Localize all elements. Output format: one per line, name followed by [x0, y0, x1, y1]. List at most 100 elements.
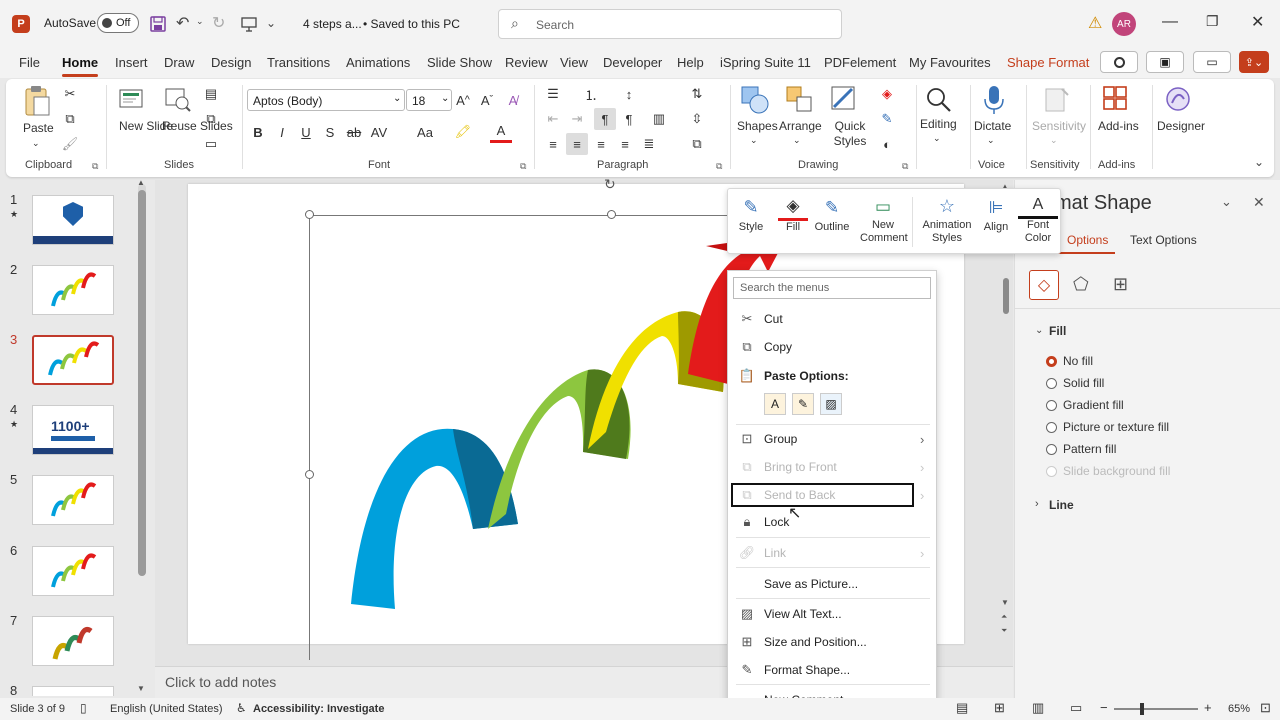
- pane-options-icon[interactable]: ⌄: [1221, 194, 1232, 210]
- clear-formatting-icon[interactable]: A̸: [502, 89, 524, 111]
- scrollbar-thumb[interactable]: [138, 190, 146, 576]
- slide-thumbnail-8[interactable]: [32, 686, 114, 696]
- paste-picture-icon[interactable]: ▨: [820, 393, 842, 415]
- character-spacing-icon[interactable]: AV: [368, 121, 390, 143]
- tab-my-favourites[interactable]: My Favourites: [909, 55, 991, 70]
- restore-icon[interactable]: ❐: [1206, 13, 1219, 30]
- paste-dropdown-icon[interactable]: ⌄: [32, 136, 40, 151]
- copy-icon[interactable]: ⧉: [59, 108, 81, 130]
- fill-header[interactable]: Fill: [1049, 324, 1066, 338]
- menu-search-input[interactable]: Search the menus: [733, 277, 931, 299]
- tab-shape-format[interactable]: Shape Format: [1007, 55, 1089, 70]
- align-center-icon[interactable]: ≡: [566, 133, 588, 155]
- save-icon[interactable]: [149, 15, 167, 33]
- line-spacing-icon[interactable]: ↕: [618, 83, 640, 105]
- menu-item-size-and-position[interactable]: ⊞ Size and Position...: [728, 629, 936, 655]
- font-size-select[interactable]: 18 ⌄: [406, 89, 452, 111]
- slide-thumbnail-6[interactable]: [32, 546, 114, 596]
- numbering-icon[interactable]: ⒈: [580, 83, 602, 105]
- tab-ispring[interactable]: iSpring Suite 11: [720, 55, 811, 70]
- reading-view-icon[interactable]: ▥: [1032, 700, 1044, 716]
- distributed-icon[interactable]: ≣: [638, 133, 660, 155]
- fill-collapse-icon[interactable]: ⌄: [1035, 325, 1043, 336]
- tab-shape-options[interactable]: Options: [1067, 233, 1108, 247]
- slide-thumbnail-1[interactable]: [32, 195, 114, 245]
- font-color-icon[interactable]: A: [490, 121, 512, 143]
- font-launcher-icon[interactable]: ⧉: [520, 161, 526, 172]
- fill-option-picture[interactable]: Picture or texture fill: [1046, 420, 1169, 434]
- collapse-ribbon-icon[interactable]: ⌄: [1254, 155, 1264, 169]
- menu-item-copy[interactable]: ⧉ Copy: [728, 334, 936, 360]
- fill-option-no-fill[interactable]: No fill: [1046, 354, 1093, 368]
- chevron-down-icon[interactable]: ⌄: [987, 133, 995, 148]
- resize-handle[interactable]: [305, 470, 314, 479]
- fill-option-solid[interactable]: Solid fill: [1046, 376, 1104, 390]
- undo-icon[interactable]: ↶: [176, 13, 189, 33]
- scroll-down-icon[interactable]: ▼: [137, 684, 145, 693]
- italic-icon[interactable]: I: [271, 121, 293, 143]
- undo-dropdown-icon[interactable]: ⌄: [196, 16, 204, 27]
- chevron-down-icon[interactable]: ⌄: [793, 133, 801, 148]
- accessibility-icon[interactable]: ♿︎: [236, 701, 247, 715]
- tab-transitions[interactable]: Transitions: [267, 55, 330, 70]
- layout-icon[interactable]: ▤: [200, 83, 222, 105]
- decrease-font-icon[interactable]: Aˇ: [476, 89, 498, 111]
- record-button[interactable]: [1100, 51, 1138, 73]
- customize-qat-icon[interactable]: ⌄: [266, 16, 276, 30]
- designer-label[interactable]: Designer: [1157, 119, 1205, 134]
- next-slide-icon[interactable]: ⏷: [1001, 626, 1007, 636]
- paragraph-launcher-icon[interactable]: ⧉: [716, 161, 722, 172]
- slide-thumbnail-2[interactable]: [32, 265, 114, 315]
- columns-icon[interactable]: ▥: [648, 108, 670, 130]
- avatar[interactable]: AR: [1112, 12, 1136, 36]
- tab-animations[interactable]: Animations: [346, 55, 410, 70]
- format-painter-icon[interactable]: 🖌: [59, 133, 81, 155]
- sensitivity-label[interactable]: Sensitivity: [1032, 119, 1086, 134]
- close-pane-icon[interactable]: ✕: [1253, 194, 1265, 211]
- underline-icon[interactable]: U: [295, 121, 317, 143]
- font-color-button[interactable]: A Font Color: [1018, 193, 1058, 245]
- teams-present-button[interactable]: ▣: [1146, 51, 1184, 73]
- addins-icon[interactable]: [1102, 85, 1130, 115]
- increase-indent-icon[interactable]: ⇥: [566, 108, 588, 130]
- shape-fill-icon[interactable]: ◈: [876, 83, 898, 105]
- increase-font-icon[interactable]: A ^: [452, 89, 474, 111]
- ltr-icon[interactable]: ¶: [594, 108, 616, 130]
- menu-item-view-alt-text[interactable]: ▨ View Alt Text...: [728, 601, 936, 627]
- smartart-icon[interactable]: ⧉: [686, 133, 708, 155]
- align-right-icon[interactable]: ≡: [590, 133, 612, 155]
- bullets-icon[interactable]: ☰: [542, 83, 564, 105]
- rtl-icon[interactable]: ¶: [618, 108, 640, 130]
- line-expand-icon[interactable]: ›: [1035, 498, 1039, 510]
- tab-text-options[interactable]: Text Options: [1130, 233, 1197, 247]
- new-comment-button[interactable]: ▭ New Comment: [860, 193, 908, 245]
- fit-slide-icon[interactable]: ⊡: [1260, 700, 1271, 716]
- addins-label[interactable]: Add-ins: [1098, 119, 1139, 134]
- slide-thumbnail-4[interactable]: 1100+: [32, 405, 114, 455]
- zoom-slider-thumb[interactable]: [1140, 703, 1144, 715]
- slide-thumbnail-3[interactable]: [32, 335, 114, 385]
- spelling-icon[interactable]: ▯: [80, 701, 87, 715]
- warning-icon[interactable]: ⚠: [1088, 13, 1102, 33]
- zoom-out-icon[interactable]: −: [1100, 700, 1108, 715]
- fill-option-gradient[interactable]: Gradient fill: [1046, 398, 1124, 412]
- size-properties-icon[interactable]: ⊞: [1113, 274, 1128, 295]
- menu-item-lock[interactable]: 🔒︎ Lock: [728, 509, 936, 535]
- prev-slide-icon[interactable]: ⏶: [1001, 612, 1007, 622]
- editing-icon[interactable]: [924, 85, 954, 115]
- highlight-icon[interactable]: 🖍: [452, 121, 474, 143]
- menu-item-group[interactable]: ⊡ Group ›: [728, 426, 936, 452]
- present-icon[interactable]: [240, 15, 258, 33]
- shapes-icon[interactable]: [740, 85, 770, 115]
- shape-outline-icon[interactable]: ✎: [876, 108, 898, 130]
- menu-item-link[interactable]: 🔗︎ Link ›: [728, 540, 936, 566]
- align-button[interactable]: ⊫ Align: [980, 193, 1012, 234]
- fill-line-icon[interactable]: ◇: [1029, 270, 1059, 300]
- scrollbar-thumb[interactable]: [1003, 278, 1009, 314]
- scroll-up-icon[interactable]: ▲: [137, 178, 145, 187]
- align-text-icon[interactable]: ⇳: [686, 108, 708, 130]
- justify-icon[interactable]: ≡: [614, 133, 636, 155]
- menu-item-save-as-picture[interactable]: Save as Picture...: [728, 571, 936, 597]
- thumbnail-scrollbar[interactable]: [138, 184, 146, 576]
- rotate-handle-icon[interactable]: ↻: [604, 176, 616, 193]
